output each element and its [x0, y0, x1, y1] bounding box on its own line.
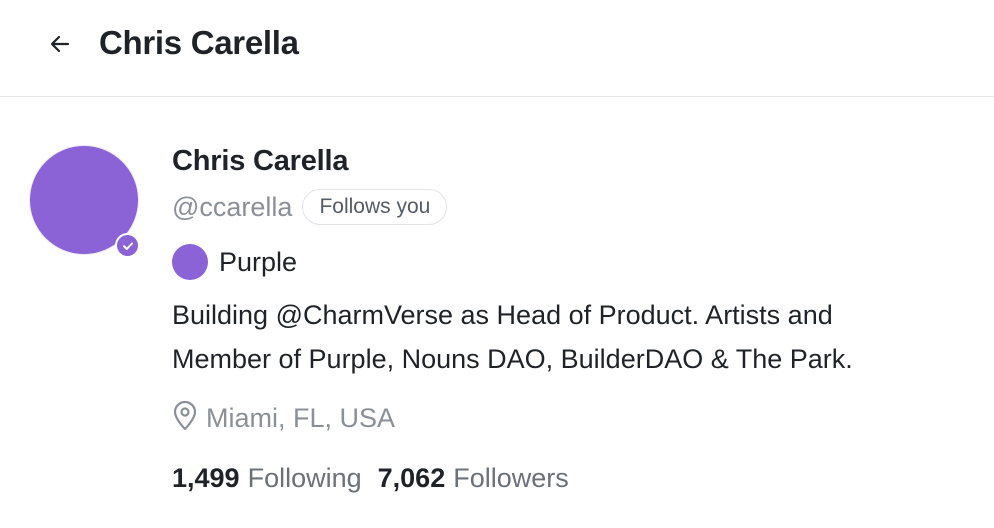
page-header: Chris Carella	[0, 0, 994, 97]
followers-label: Followers	[453, 462, 569, 493]
back-button[interactable]	[44, 30, 76, 62]
channel-icon	[172, 244, 208, 280]
channel-name: Purple	[219, 246, 298, 277]
channel-link[interactable]: Purple	[172, 243, 297, 281]
bio-line: Member of Purple, Nouns DAO, BuilderDAO …	[172, 344, 853, 374]
followers-count: 7,062	[377, 462, 446, 493]
following-count: 1,499	[172, 462, 240, 493]
followers-link[interactable]: 7,062 Followers	[378, 463, 569, 494]
check-badge-icon	[115, 233, 140, 258]
arrow-left-icon	[48, 32, 72, 61]
follow-stats: 1,499 Following 7,062 Followers	[172, 458, 569, 498]
following-label: Following	[247, 462, 362, 493]
following-link[interactable]: 1,499 Following	[172, 463, 362, 494]
display-name: Chris Carella	[172, 145, 349, 177]
follows-you-badge: Follows you	[302, 189, 448, 225]
username-handle: @ccarella	[172, 191, 293, 222]
profile-bio: Building @CharmVerse as Head of Product.…	[172, 293, 972, 381]
bio-line: Building @CharmVerse as Head of Product.…	[172, 300, 833, 330]
location: Miami, FL, USA	[172, 398, 395, 438]
handle-row: @ccarella Follows you	[172, 188, 448, 226]
map-pin-icon	[172, 400, 198, 436]
location-text: Miami, FL, USA	[206, 402, 396, 433]
page-title: Chris Carella	[99, 24, 299, 61]
